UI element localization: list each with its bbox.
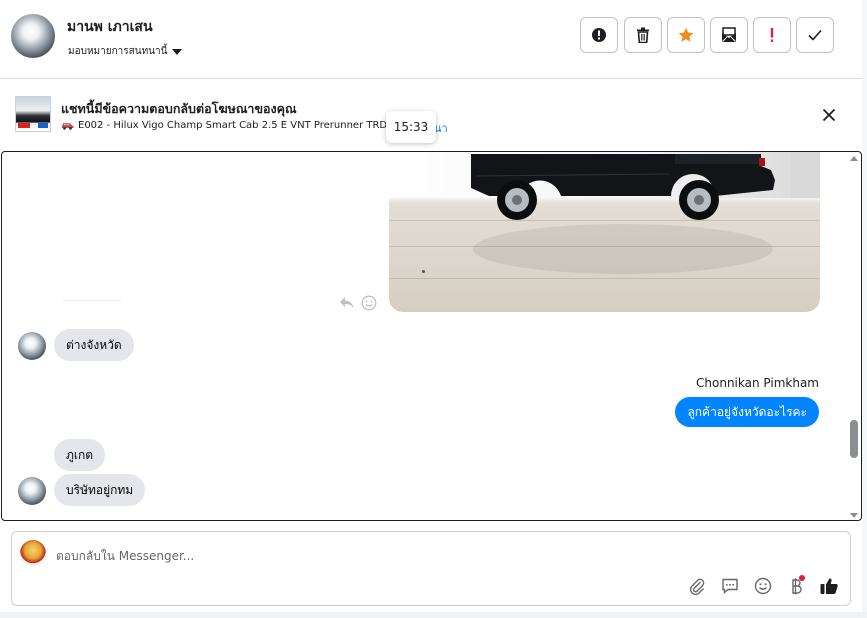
send-like-button[interactable] [818,575,840,597]
envelope-icon [722,27,736,42]
emoji-react-icon[interactable] [361,295,377,311]
chat-bubble-icon [722,578,738,595]
ad-name: E002 - Hilux Vigo Champ Smart Cab 2.5 E … [78,120,403,131]
close-icon[interactable] [820,106,838,124]
view-ad-link[interactable]: นา [434,119,448,137]
scroll-up-arrow-icon[interactable] [850,156,858,161]
car-photo-attachment[interactable] [389,152,820,312]
ad-thumbnail[interactable] [15,96,51,132]
contact-avatar-small[interactable] [18,477,46,505]
contact-name[interactable]: มานพ เภาเสน [67,16,153,38]
delete-button[interactable] [624,17,662,53]
assign-label: มอบหมายการสนทนานี้ [68,46,168,57]
emoji-button[interactable] [752,575,774,597]
thread-scrollbar[interactable] [847,152,861,520]
checkmark-icon [808,29,822,41]
flag-important-button[interactable] [753,17,791,53]
reply-input[interactable]: ตอบกลับใน Messenger... [56,547,194,566]
message-bubble-incoming[interactable]: ต่างจังหวัด [54,329,134,361]
payment-button[interactable] [785,575,807,597]
message-thread[interactable]: ต่างจังหวัด Chonnikan Pimkham ลูกค้าอยู่… [1,151,862,521]
scrollbar-thumb[interactable] [850,420,858,458]
sender-name: Chonnikan Pimkham [696,376,819,390]
composer-toolbar [686,575,840,597]
attach-file-button[interactable] [686,575,708,597]
message-actions [339,295,377,311]
mark-unread-button[interactable] [710,17,748,53]
truck-image [471,154,775,220]
contact-avatar[interactable] [11,14,55,58]
exclamation-icon [770,28,774,42]
thumbs-up-icon [820,578,838,594]
message-bubble-incoming[interactable]: ภูเกต [54,439,106,471]
reply-icon[interactable] [339,296,355,310]
smiley-icon [754,577,772,595]
trash-icon [637,27,649,43]
notification-dot [799,575,805,581]
exclamation-circle-icon [592,28,606,42]
page-avatar [20,540,46,566]
banner-title: แชทนี้มีข้อความตอบกลับต่อโฆษณาของคุณ [61,101,297,116]
star-icon [678,27,694,42]
mark-done-button[interactable] [796,17,834,53]
report-spam-button[interactable] [580,17,618,53]
message-composer[interactable]: ตอบกลับใน Messenger... [11,531,851,606]
car-icon [62,123,74,130]
saved-replies-button[interactable] [719,575,741,597]
conversation-header: มานพ เภาเสน มอบหมายการสนทนานี้ [0,0,867,79]
message-bubble-incoming[interactable]: บริษัทอยู่กทม [54,474,146,506]
contact-avatar-small[interactable] [18,332,46,360]
timestamp-tooltip: 15:33 [386,111,436,143]
scroll-down-arrow-icon[interactable] [850,513,858,518]
message-bubble-outgoing[interactable]: ลูกค้าอยู่จังหวัดอะไรคะ [675,397,819,427]
paperclip-icon [689,578,705,595]
star-button[interactable] [667,17,705,53]
ad-name-row: E002 - Hilux Vigo Champ Smart Cab 2.5 E … [61,120,403,131]
caret-down-icon [172,48,183,55]
assign-conversation-dropdown[interactable]: มอบหมายการสนทนานี้ [68,44,183,59]
